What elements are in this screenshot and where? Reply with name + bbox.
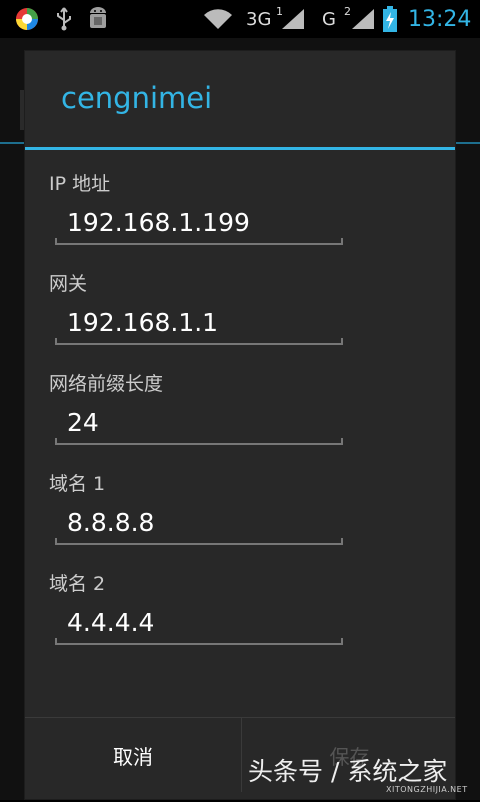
gateway-underline xyxy=(55,338,343,345)
prefix-length-underline xyxy=(55,438,343,445)
network-3g-label: 3G xyxy=(246,8,272,30)
ip-address-label: IP 地址 xyxy=(49,173,111,195)
clock: 13:24 xyxy=(408,6,472,32)
ip-address-underline xyxy=(55,238,343,245)
cancel-button[interactable]: 取消 xyxy=(25,718,241,792)
dns1-underline xyxy=(55,538,343,545)
signal-icon xyxy=(350,0,376,38)
watermark-text: 头条号 / 系统之家 xyxy=(248,757,448,786)
wifi-icon xyxy=(202,0,234,38)
watermark-subtext: XITONGZHIJIA.NET xyxy=(386,785,468,794)
battery-charging-icon xyxy=(382,0,398,38)
network-g-label: G xyxy=(322,8,336,30)
gateway-label: 网关 xyxy=(49,273,88,295)
usb-icon xyxy=(54,0,74,38)
prefix-length-label: 网络前缀长度 xyxy=(49,373,164,395)
dialog-title: cengnimei xyxy=(61,81,213,115)
status-bar: 3G 1 G 2 13:24 xyxy=(0,0,480,38)
android-debug-icon xyxy=(86,0,110,38)
dns1-label: 域名 1 xyxy=(49,473,106,495)
dns2-label: 域名 2 xyxy=(49,573,106,595)
dns2-underline xyxy=(55,638,343,645)
title-divider xyxy=(25,147,455,150)
dns1-input[interactable] xyxy=(55,497,343,547)
dns2-input[interactable] xyxy=(55,597,343,647)
app-logo-icon xyxy=(14,0,40,38)
gateway-input[interactable] xyxy=(55,297,343,347)
signal-icon xyxy=(280,0,306,38)
prefix-length-input[interactable] xyxy=(55,397,343,447)
ip-settings-dialog: cengnimei IP 地址 网关 网络前缀长度 域名 1 域名 2 取消 保… xyxy=(24,50,456,800)
ip-address-input[interactable] xyxy=(55,197,343,247)
